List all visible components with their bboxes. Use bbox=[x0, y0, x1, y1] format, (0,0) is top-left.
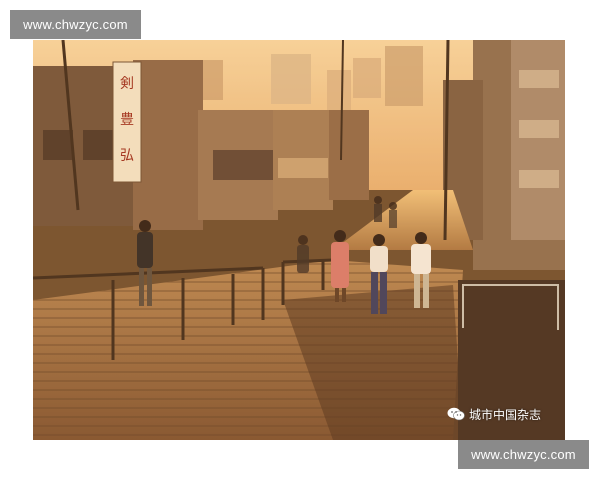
warm-light-overlay bbox=[33, 40, 565, 440]
watermark-bottom: www.chwzyc.com bbox=[458, 440, 589, 469]
photo-illustration: 剣 豊 弘 bbox=[33, 40, 565, 440]
watermark-bottom-text: www.chwzyc.com bbox=[471, 447, 576, 462]
credit-text: 城市中国杂志 bbox=[469, 407, 542, 422]
street-stairs-photo: 剣 豊 弘 bbox=[33, 40, 565, 440]
watermark-top-text: www.chwzyc.com bbox=[23, 17, 128, 32]
watermark-top: www.chwzyc.com bbox=[10, 10, 141, 39]
wechat-credit: 城市中国杂志 bbox=[447, 404, 541, 424]
wechat-icon bbox=[447, 407, 465, 421]
